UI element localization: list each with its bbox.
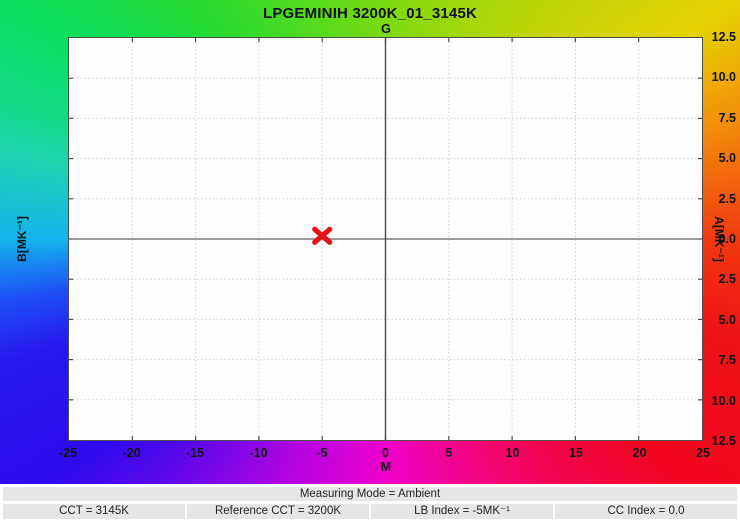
y-tick-label: 10.0 [676, 70, 740, 84]
y-tick-label: 7.5 [676, 111, 740, 125]
y-tick-label: 2.5 [676, 192, 740, 206]
status-cell: LB Index = -5MK⁻¹ [371, 504, 553, 519]
y-tick-label: 2.5 [676, 272, 740, 286]
measuring-mode-bar: Measuring Mode = Ambient [3, 487, 737, 501]
x-tick-label: 15 [569, 446, 583, 460]
x-tick-label: -15 [186, 446, 204, 460]
top-axis-label-g: G [381, 22, 391, 36]
x-tick-label: 0 [382, 446, 389, 460]
x-tick-label: -5 [316, 446, 327, 460]
x-tick-label: 20 [633, 446, 647, 460]
left-axis-title: B[MK⁻¹] [15, 216, 29, 262]
x-tick-label: 25 [696, 446, 710, 460]
y-tick-label: 5.0 [676, 313, 740, 327]
x-tick-label: -10 [249, 446, 267, 460]
status-cell: CCT = 3145K [3, 504, 185, 519]
status-cell: Reference CCT = 3200K [187, 504, 369, 519]
x-tick-label: -25 [59, 446, 77, 460]
x-tick-label: 10 [506, 446, 520, 460]
y-tick-label: 7.5 [676, 353, 740, 367]
y-tick-label: 12.5 [676, 30, 740, 44]
chart-title: LPGEMINIH 3200K_01_3145K [0, 5, 740, 22]
y-tick-label: 10.0 [676, 394, 740, 408]
right-axis-title: A[MK⁻¹] [712, 216, 726, 262]
bottom-axis-label-m: M [381, 460, 391, 474]
plot-grid [69, 38, 702, 440]
y-tick-label: 0.0 [676, 232, 740, 246]
status-cell: CC Index = 0.0 [555, 504, 737, 519]
status-row: CCT = 3145KReference CCT = 3200KLB Index… [3, 504, 737, 519]
color-meter-screen: LPGEMINIH 3200K_01_3145K G 12.5 10.0 7.5 5.… [0, 0, 740, 521]
plot-area [68, 37, 703, 441]
y-tick-label: 5.0 [676, 151, 740, 165]
x-tick-label: 5 [446, 446, 453, 460]
x-tick-label: -20 [122, 446, 140, 460]
